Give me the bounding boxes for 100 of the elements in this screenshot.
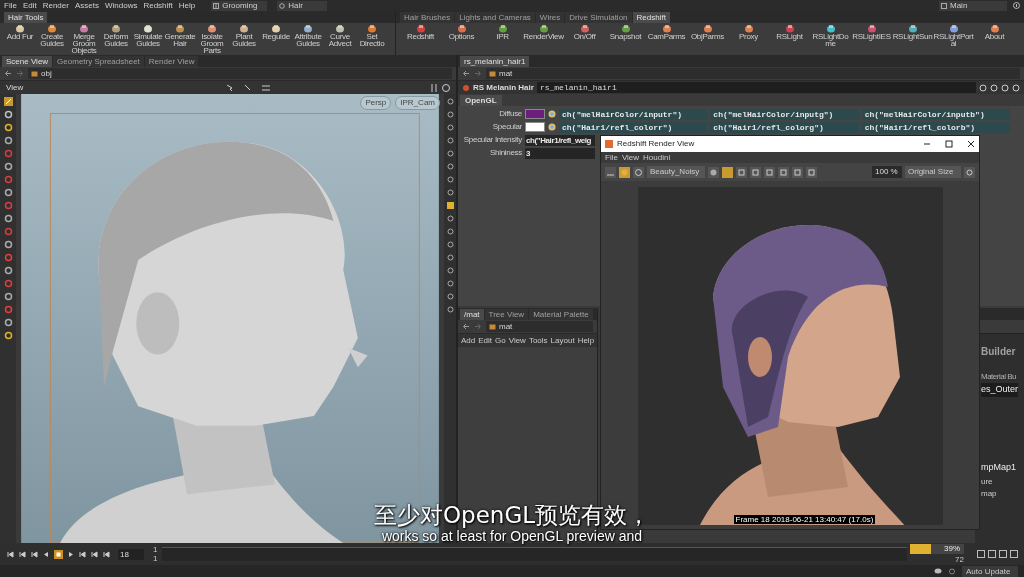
pane-tab[interactable]: /mat [460,309,484,320]
menu-item[interactable]: Layout [550,334,575,347]
shelf-tool-button[interactable]: Redshift [400,24,441,55]
back-arrow-icon[interactable] [462,70,470,77]
parameter-field[interactable]: ch("melHairColor/inputg") [710,108,859,120]
menu-item[interactable]: View [621,151,640,164]
menu-item[interactable]: Assets [74,0,99,12]
menu-item[interactable]: Windows [104,0,138,12]
pane-tab[interactable]: Wires [535,12,565,23]
shelf-tool-button[interactable]: RSLightDome [810,24,851,55]
shelf-tool-button[interactable]: Proxy [728,24,769,55]
back-arrow-icon[interactable] [4,70,12,77]
shelf-tool-button[interactable]: Plant Guides [228,24,260,55]
color-swatch[interactable] [525,122,545,132]
parameter-field[interactable]: ch("Hair1/refl_colorr") [559,121,708,133]
shelf-tool-button[interactable]: Merge Groom Objects [68,24,100,55]
menu-item[interactable]: View [508,334,526,347]
node-name-field[interactable]: rs_melanin_hair1 [536,82,976,93]
shelf-tool-button[interactable]: About [974,24,1015,55]
end-frame-field[interactable]: 72 [910,555,964,564]
shelf-tool-button[interactable]: Add Fur [4,24,36,55]
sliders-icon[interactable] [430,83,438,92]
first-frame-icon[interactable] [6,549,15,559]
parameter-field[interactable]: ch("melHairColor/inputb") [861,108,1010,120]
range-field[interactable]: 1 [153,554,158,563]
shelf-tool-button[interactable]: Simulate Guides [132,24,164,55]
step-back-icon[interactable] [30,549,39,559]
range-field[interactable]: 1 [153,545,158,554]
frame-field[interactable]: 18 [118,548,144,560]
menu-item[interactable]: Go [495,334,506,347]
menu-item[interactable]: Edit [478,334,493,347]
context-dropdown[interactable]: Hair [277,0,328,11]
aov-dropdown[interactable]: Beauty_Noisy [647,166,705,178]
shelf-tool-button[interactable]: CamParms [646,24,687,55]
play-reverse-icon[interactable] [42,549,51,559]
pane-tab[interactable]: Redshift [632,12,670,23]
menu-item[interactable]: Render [42,0,69,12]
menu-item[interactable]: Help [178,0,196,12]
path-field[interactable]: mat [486,321,593,332]
select-tool-icon[interactable] [226,83,234,92]
shelf-tool-button[interactable]: RSLightIES [851,24,892,55]
menu-item[interactable]: Houdini [643,151,671,164]
menu-item[interactable]: Edit [22,0,37,12]
select-tool-icon[interactable] [244,83,252,92]
back-arrow-icon[interactable] [462,323,470,330]
size-dropdown[interactable]: Original Size [905,166,961,178]
shelf-tool-button[interactable]: RenderView [523,24,564,55]
parameter-field[interactable]: ch("Hair1/refl_weig [525,134,595,146]
shelf-tool-button[interactable]: Reguide [260,24,292,55]
path-field[interactable]: mat [486,68,1020,79]
menu-item[interactable]: Tools [528,334,548,347]
start-render-icon[interactable] [619,166,630,178]
menu-item[interactable]: Add [461,334,476,347]
pane-tab[interactable]: rs_melanin_hair1 [460,56,530,67]
menu-item[interactable]: File [4,0,17,12]
snapshot-icon[interactable] [708,166,719,178]
shelf-tool-button[interactable]: Attribute Guides [292,24,324,55]
pane-tab[interactable]: Drive Simulation [565,12,632,23]
shelf-tool-button[interactable]: Deform Guides [100,24,132,55]
shelf-tool-button[interactable]: Generate Hair [164,24,196,55]
desktop-dropdown[interactable]: Grooming [211,0,268,11]
sliders-icon[interactable] [262,83,270,92]
path-field[interactable]: obj [28,68,452,79]
menu-item[interactable]: Help [577,334,595,347]
shelf-tool-button[interactable]: Options [441,24,482,55]
shelf-tool-button[interactable]: Snapshot [605,24,646,55]
pane-tab[interactable]: Material Palette [529,309,593,320]
parameter-tab[interactable]: OpenGL [460,95,502,106]
desktop-dropdown[interactable]: Main [939,0,1007,11]
menu-item[interactable]: File [605,151,618,164]
shelf-tool-button[interactable]: Set Directio [356,24,388,55]
previous-key-icon[interactable] [18,549,27,559]
zoom-field[interactable]: 100 % [872,166,902,178]
pane-tab[interactable]: Scene View [2,56,53,67]
parameter-field[interactable]: ch("Hair1/refl_colorb") [861,121,1010,133]
shelf-tool-button[interactable]: Create Guides [36,24,68,55]
shelf-tool-button[interactable]: RSLight [769,24,810,55]
pane-tab[interactable]: Lights and Cameras [455,12,535,23]
shelf-tool-button[interactable]: RSLightPortal [933,24,974,55]
chat-icon[interactable] [934,567,942,575]
color-swatch[interactable] [525,109,545,119]
parameter-field[interactable]: ch("Hair1/refl_colorg") [710,121,859,133]
shelf-tool-button[interactable]: IPR [482,24,523,55]
tool-icon[interactable] [3,97,13,106]
camera-dropdown[interactable]: Persp [360,96,392,110]
play-icon[interactable] [66,549,75,559]
shelf-tool-button[interactable]: Curve Advect [324,24,356,55]
stop-icon[interactable] [54,549,63,559]
shelf-tool-button[interactable]: ObjParms [687,24,728,55]
pane-tab[interactable]: Render View [144,56,199,67]
pane-tab[interactable]: Tree View [484,309,529,320]
pane-tab[interactable]: Hair Tools [4,12,48,23]
shelf-tool-button[interactable]: On/Off [564,24,605,55]
update-mode-dropdown[interactable]: Auto Update [962,565,1018,577]
menu-item[interactable]: Redshift [143,0,173,12]
pane-tab[interactable]: Hair Brushes [400,12,455,23]
shelf-tool-button[interactable]: RSLightSun [892,24,933,55]
shelf-tool-button[interactable]: Isolate Groom Parts [196,24,228,55]
parameter-field[interactable]: 3 [525,147,595,159]
close-icon[interactable] [967,140,975,148]
